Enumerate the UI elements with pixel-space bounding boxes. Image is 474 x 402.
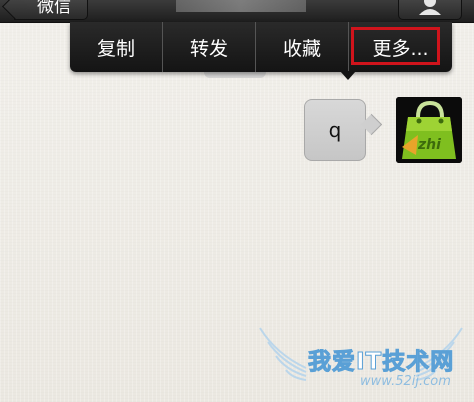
message-text: q [328,118,342,142]
menu-pointer-arrow [340,71,356,80]
person-icon [419,0,441,15]
avatar-text: zhi [417,137,441,153]
nav-title-blurred [176,0,306,12]
menu-item-more[interactable]: 更多... [349,22,452,72]
back-button[interactable]: 微信 [14,0,88,20]
menu-item-favorite[interactable]: 收藏 [256,22,349,72]
green-shopping-bag-icon: zhi [396,97,462,163]
back-button-label: 微信 [37,0,71,17]
menu-item-copy-label: 复制 [96,37,135,60]
message-context-menu: 复制 转发 收藏 更多... [70,22,452,72]
more-highlight-box [351,27,440,65]
watermark-title: 我爱IT技术网 [307,349,455,376]
watermark-url: www.52ij.com [360,374,451,389]
profile-button[interactable] [398,0,462,20]
menu-item-forward[interactable]: 转发 [163,22,256,72]
avatar[interactable]: zhi [396,97,462,163]
message-bubble[interactable]: q [304,99,366,161]
watermark: 我爱IT技术网 www.52ij.com [256,324,466,398]
menu-item-favorite-label: 收藏 [282,37,321,60]
menu-item-forward-label: 转发 [189,37,228,60]
menu-item-copy[interactable]: 复制 [70,22,163,72]
navigation-bar: 微信 [0,0,474,23]
